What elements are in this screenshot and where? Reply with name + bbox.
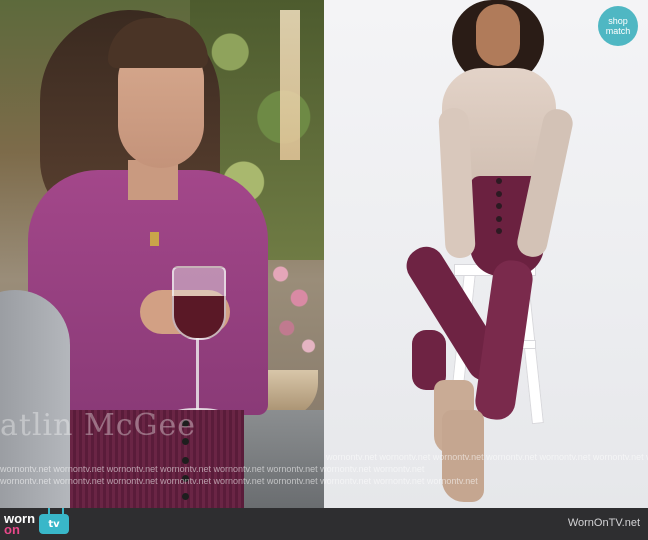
- wine-glass-stem: [196, 338, 199, 410]
- site-logo[interactable]: worn on tv: [4, 512, 70, 536]
- model-face: [476, 4, 520, 66]
- background-light: [280, 10, 300, 160]
- site-url[interactable]: WornOnTV.net: [568, 517, 640, 529]
- caption-ghost-text: atlin McGee: [0, 408, 196, 443]
- pink-flowers: [262, 250, 324, 370]
- wine-glass: [172, 266, 226, 340]
- product-photo: [324, 0, 648, 508]
- logo-text: worn on: [4, 512, 35, 536]
- watermark-row: wornontv.net wornontv.net wornontv.net w…: [0, 476, 478, 486]
- button-fly: [496, 178, 504, 234]
- necklace-pendant: [150, 232, 159, 246]
- tv-icon: tv: [39, 514, 70, 534]
- tv-still-image: atlin McGee: [0, 0, 324, 508]
- shop-match-badge[interactable]: shop match: [598, 6, 638, 46]
- badge-line1: shop: [608, 16, 628, 26]
- badge-line2: match: [605, 26, 631, 36]
- watermark-row: wornontv.net wornontv.net wornontv.net w…: [326, 452, 648, 462]
- watermark-row: wornontv.net wornontv.net wornontv.net w…: [0, 464, 425, 474]
- footer-bar: worn on tv WornOnTV.net: [0, 508, 648, 540]
- logo-tv-label: tv: [48, 518, 60, 530]
